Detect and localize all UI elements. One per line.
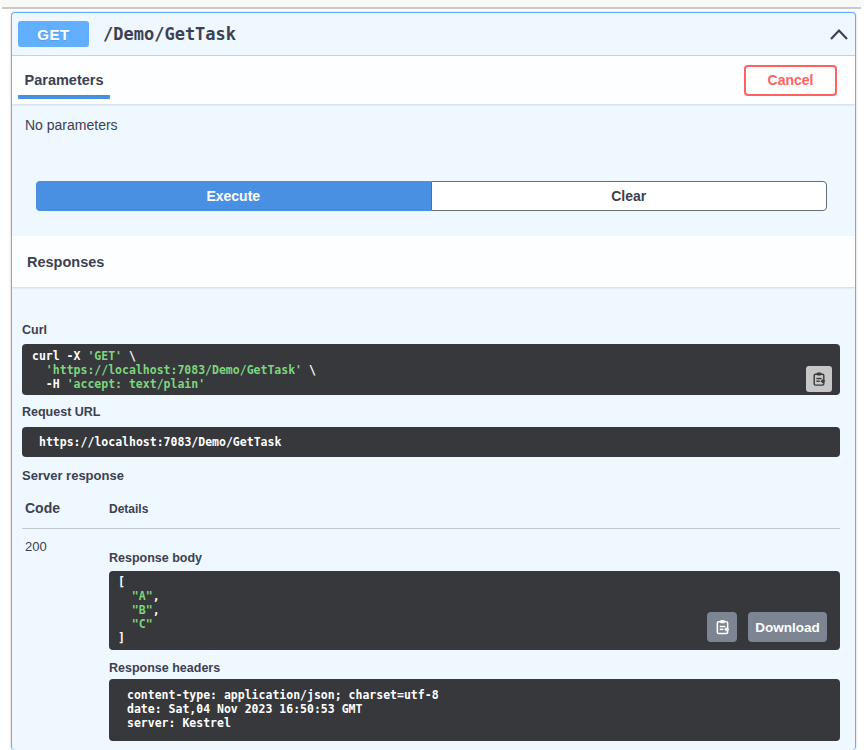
curl-text: curl -X [32, 349, 87, 363]
clear-button[interactable]: Clear [431, 181, 828, 211]
response-headers-block: content-type: application/json; charset=… [109, 679, 840, 741]
copy-response-button[interactable] [707, 612, 737, 642]
code-column-header: Code [22, 500, 109, 516]
curl-string: 'GET' [87, 349, 122, 363]
header-line: content-type: application/json; charset=… [127, 688, 830, 702]
cancel-button[interactable]: Cancel [744, 65, 837, 96]
curl-string: 'https://localhost:7083/Demo/GetTask' [46, 363, 302, 377]
response-details: Response body [ "A", "B", "C" ] [109, 539, 840, 741]
body-line: "A", [118, 589, 831, 603]
curl-line: 'https://localhost:7083/Demo/GetTask' \ [32, 363, 830, 377]
page-top-strip [0, 0, 864, 7]
server-response-label: Server response [22, 468, 840, 483]
download-button[interactable]: Download [748, 612, 827, 642]
tab-parameters-label: Parameters [25, 72, 104, 88]
details-column-header: Details [109, 500, 148, 516]
response-body-label: Response body [109, 551, 840, 565]
body-string: "A" [132, 589, 153, 603]
responses-title: Responses [27, 254, 104, 270]
curl-command-block: curl -X 'GET' \ 'https://localhost:7083/… [22, 344, 840, 395]
endpoint-summary[interactable]: GET /Demo/GetTask [12, 13, 855, 56]
response-body-block: [ "A", "B", "C" ] [109, 571, 840, 650]
responses-content: Curl curl -X 'GET' \ 'https://localhost:… [22, 323, 840, 741]
tab-parameters[interactable]: Parameters [18, 56, 110, 104]
body-text [118, 603, 132, 617]
curl-text: -H [32, 377, 67, 391]
curl-text: \ [302, 363, 316, 377]
clipboard-icon [715, 619, 730, 635]
parameters-header: Parameters Cancel [12, 56, 855, 104]
curl-text: \ [122, 349, 136, 363]
body-text: [ [118, 575, 125, 589]
method-badge: GET [18, 21, 89, 47]
header-line: date: Sat,04 Nov 2023 16:50:53 GMT [127, 702, 830, 716]
response-body-actions: Download [707, 612, 827, 642]
curl-string: 'accept: text/plain' [67, 377, 205, 391]
execute-button[interactable]: Execute [36, 181, 431, 211]
copy-curl-button[interactable] [806, 366, 832, 392]
curl-line: curl -X 'GET' \ [32, 349, 830, 363]
tab-active-underline [18, 95, 110, 99]
header-line: server: Kestrel [127, 716, 830, 730]
response-status-code: 200 [22, 539, 109, 741]
response-headers-label: Response headers [109, 661, 840, 675]
section-divider [2, 7, 861, 9]
curl-text [32, 363, 46, 377]
chevron-up-icon [829, 28, 849, 41]
request-url-value: https://localhost:7083/Demo/GetTask [39, 435, 830, 449]
request-url-label: Request URL [22, 405, 840, 419]
curl-label: Curl [22, 323, 840, 337]
request-url-block: https://localhost:7083/Demo/GetTask [22, 427, 840, 457]
table-header-divider [22, 528, 840, 529]
response-row: 200 Response body [ "A", "B", "C" ] [22, 539, 840, 741]
body-string: "B" [132, 603, 153, 617]
clipboard-icon [812, 371, 826, 387]
opblock-get-demo-gettask: GET /Demo/GetTask Parameters Cancel No p… [11, 12, 856, 750]
body-string: "C" [132, 617, 153, 631]
body-text: , [153, 603, 160, 617]
curl-line: -H 'accept: text/plain' [32, 377, 830, 391]
endpoint-path: /Demo/GetTask [103, 24, 236, 44]
body-text: , [153, 589, 160, 603]
body-text: ] [118, 631, 125, 645]
body-text [118, 589, 132, 603]
no-parameters-text: No parameters [25, 117, 855, 133]
body-line: [ [118, 575, 831, 589]
responses-header: Responses [12, 236, 855, 287]
response-table-header: Code Details [22, 500, 840, 516]
execute-wrapper: Execute Clear [36, 181, 827, 211]
collapse-button[interactable] [829, 28, 849, 41]
body-text [118, 617, 132, 631]
